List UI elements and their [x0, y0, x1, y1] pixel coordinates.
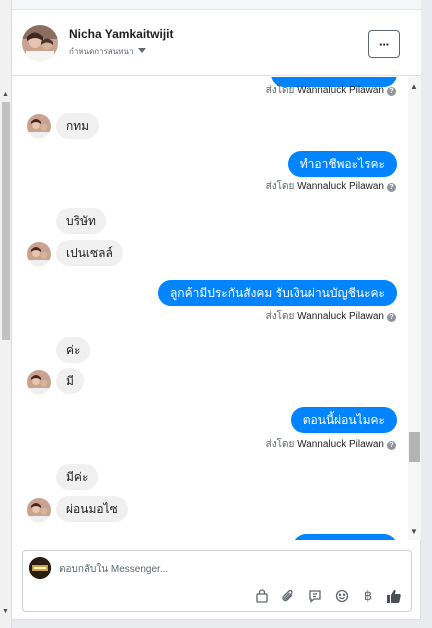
conversation-header: Nicha Yamkaitwijit กำหนดการสนทนา ··· [12, 10, 421, 76]
contact-avatar-small [27, 242, 51, 266]
payment-baht-icon[interactable]: ฿ [359, 587, 377, 605]
help-icon[interactable]: ? [387, 183, 396, 192]
page-avatar [29, 557, 51, 579]
message-bubble-incoming: กทม [56, 113, 100, 139]
thread-scroll-down-icon[interactable]: ▼ [410, 528, 418, 536]
sent-by-prefix: ส่งโดย [265, 181, 295, 192]
sent-by-agent: Wannaluck Pilawan [297, 85, 384, 96]
more-options-button[interactable]: ··· [368, 30, 400, 58]
sent-by-agent: Wannaluck Pilawan [297, 311, 384, 322]
sent-by-label: ส่งโดย Wannaluck Pilawan? [266, 181, 396, 193]
attachment-icon[interactable] [279, 587, 297, 605]
message-bubble-incoming: เปนเซลล์ [56, 240, 123, 266]
shop-bag-icon[interactable] [253, 587, 271, 605]
sent-by-prefix: ส่งโดย [265, 85, 295, 96]
sent-by-label: ส่งโดย Wannaluck Pilawan? [266, 311, 396, 323]
thread-scrollbar[interactable]: ▲ ▼ [408, 77, 421, 540]
message-bubble-incoming: ผ่อนมอไซ [56, 496, 128, 522]
messenger-panel: Nicha Yamkaitwijit กำหนดการสนทนา ··· ส่ง… [12, 0, 421, 620]
avatar[interactable] [22, 25, 58, 61]
message-bubble-outgoing-partial [293, 534, 397, 540]
help-icon[interactable]: ? [387, 87, 396, 96]
contact-avatar-small [27, 370, 51, 394]
message-thread[interactable]: ส่งโดย Wannaluck Pilawan? กทม ทำอาชีพอะไ… [12, 77, 421, 540]
caret-down-icon [137, 48, 146, 53]
sent-by-label: ส่งโดย Wannaluck Pilawan? [266, 85, 396, 97]
emoji-icon[interactable] [333, 587, 351, 605]
contact-name[interactable]: Nicha Yamkaitwijit [69, 27, 174, 41]
message-bubble-outgoing: ลูกค้ามีประกันสังคม รับเงินผ่านบัญชีนะคะ [157, 280, 397, 306]
top-strip [12, 0, 421, 10]
reply-composer: ฿ [22, 550, 412, 612]
sent-by-label: ส่งโดย Wannaluck Pilawan? [266, 439, 396, 451]
help-icon[interactable]: ? [387, 313, 396, 322]
sent-by-agent: Wannaluck Pilawan [297, 439, 384, 450]
sent-by-prefix: ส่งโดย [265, 439, 295, 450]
scroll-down-arrow-icon[interactable]: ▼ [2, 608, 9, 615]
scroll-up-arrow-icon[interactable]: ▲ [2, 91, 9, 99]
sent-by-agent: Wannaluck Pilawan [297, 181, 384, 192]
thread-scrollbar-thumb[interactable] [409, 432, 420, 462]
message-bubble-incoming: ค่ะ [56, 337, 91, 363]
manage-conversation-dropdown[interactable]: กำหนดการสนทนา [69, 45, 146, 58]
message-bubble-incoming: บริษัท [56, 208, 106, 234]
saved-reply-icon[interactable] [306, 587, 324, 605]
message-bubble-outgoing: ทำอาชีพอะไรคะ [287, 151, 397, 177]
contact-avatar-small [27, 114, 51, 138]
page-scrollbar[interactable]: ▲ [0, 0, 12, 628]
message-bubble-outgoing: ตอนนี้ผ่อนไมคะ [290, 407, 397, 433]
message-bubble-incoming: มีค่ะ [56, 464, 99, 490]
sent-by-prefix: ส่งโดย [265, 311, 295, 322]
page-scrollbar-thumb[interactable] [2, 102, 10, 340]
message-bubble-incoming: มี [56, 368, 84, 394]
help-icon[interactable]: ? [387, 441, 396, 450]
reply-input[interactable] [59, 561, 389, 577]
manage-label: กำหนดการสนทนา [69, 47, 134, 56]
like-thumbs-up-icon[interactable] [385, 587, 403, 605]
thread-scroll-up-icon[interactable]: ▲ [410, 83, 418, 91]
contact-avatar-small [27, 498, 51, 522]
